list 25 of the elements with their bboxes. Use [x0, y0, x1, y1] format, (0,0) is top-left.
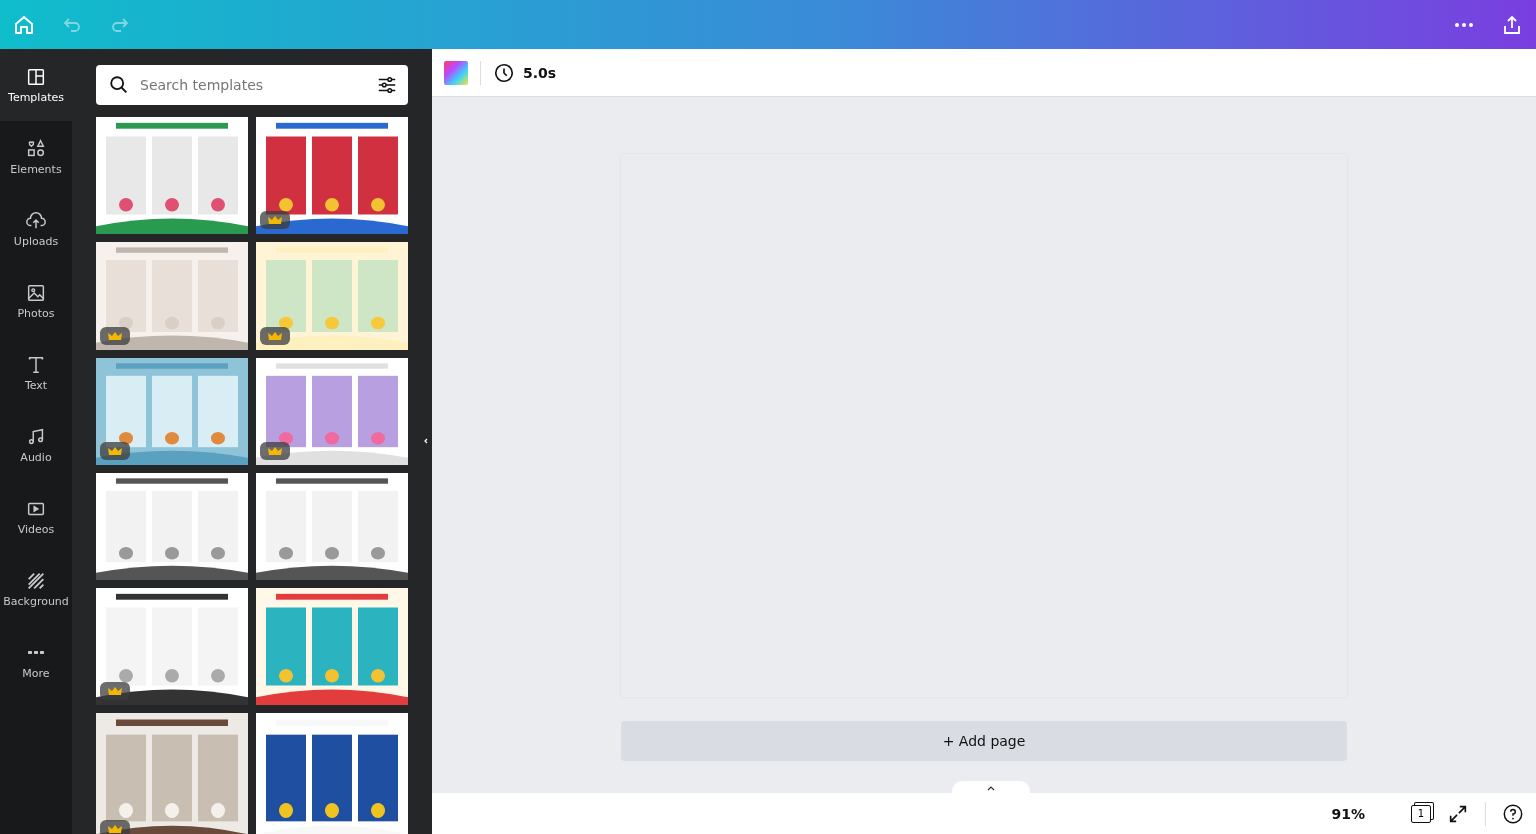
sidebar-item[interactable]: Audio — [0, 409, 72, 481]
filter-icon[interactable] — [376, 74, 398, 96]
help-icon[interactable] — [1502, 802, 1524, 825]
more-icon — [28, 651, 44, 654]
image-icon — [25, 282, 47, 304]
sidebar-item[interactable]: Templates — [0, 49, 72, 121]
sidebar-item[interactable]: Videos — [0, 481, 72, 553]
sidebar-item[interactable]: Background — [0, 553, 72, 625]
sidebar-item[interactable]: Photos — [0, 265, 72, 337]
sidebar-item[interactable]: More — [0, 625, 72, 697]
sidebar-item[interactable]: Text — [0, 337, 72, 409]
duration-label[interactable]: 5.0s — [523, 64, 557, 81]
layout-icon — [25, 66, 47, 88]
stripes-icon — [25, 570, 47, 592]
search-bar[interactable]: Search templates — [96, 65, 408, 105]
sidebar-item[interactable]: Uploads — [0, 193, 72, 265]
zoom-level[interactable]: 91% — [1331, 805, 1365, 822]
page-count-button[interactable]: 1 — [1411, 804, 1431, 823]
search-icon — [108, 74, 130, 96]
color-picker-icon[interactable] — [444, 60, 468, 85]
notes-toggle[interactable] — [952, 781, 1030, 795]
add-page-button[interactable]: + Add page — [621, 721, 1347, 761]
sidebar-item[interactable]: Elements — [0, 121, 72, 193]
clock-icon[interactable] — [493, 61, 515, 84]
chevron-up-icon — [986, 785, 996, 791]
